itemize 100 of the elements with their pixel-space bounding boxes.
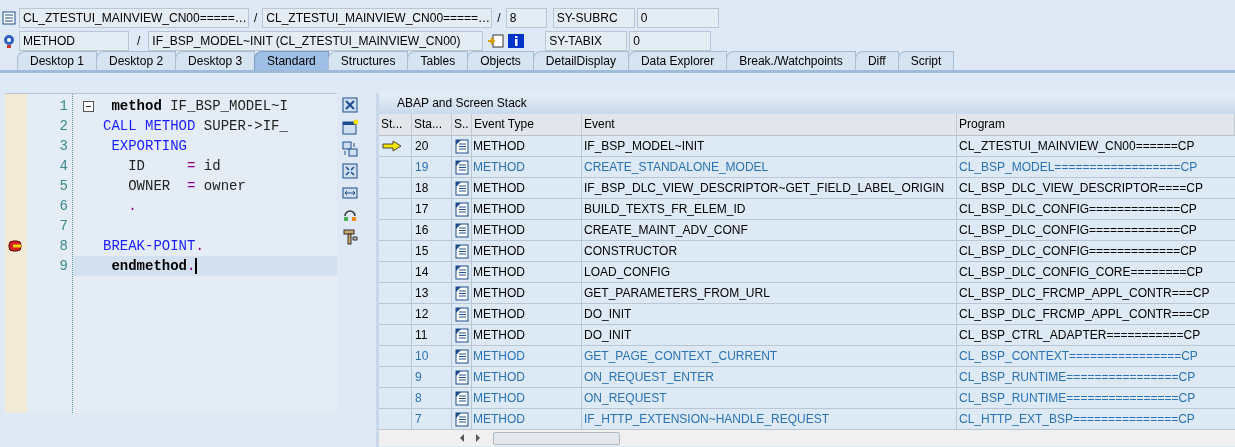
line-number: 9: [59, 256, 68, 276]
document-icon: [454, 138, 469, 154]
input-field[interactable]: METHOD: [19, 31, 129, 51]
table-cell: 7: [412, 409, 452, 429]
table-cell: METHOD: [472, 136, 582, 156]
table-cell: METHOD: [472, 325, 582, 345]
column-header[interactable]: S..: [452, 114, 472, 135]
table-cell: 20: [412, 136, 452, 156]
table-cell-text: CL_BSP_RUNTIME================CP: [958, 390, 1197, 407]
tab[interactable]: Script: [897, 51, 955, 70]
tab[interactable]: Objects: [467, 51, 534, 70]
table-cell: METHOD: [472, 388, 582, 408]
field-label[interactable]: SY-TABIX: [545, 31, 628, 51]
table-cell: BUILD_TEXTS_FR_ELEM_ID: [582, 199, 957, 219]
document-icon: [454, 243, 469, 259]
separator: /: [496, 10, 502, 27]
code-line: EXPORTING: [110, 136, 187, 156]
table-cell: 15: [412, 241, 452, 261]
separator: /: [253, 10, 259, 27]
line-number: 4: [59, 156, 68, 176]
table-cell: IF_BSP_DLC_VIEW_DESCRIPTOR~GET_FIELD_LABEL_ORIGIN: [582, 178, 957, 198]
table-cell: 17: [412, 199, 452, 219]
code-line: OWNER = owner: [127, 176, 246, 196]
tab[interactable]: Standard: [254, 51, 329, 70]
line-number: 5: [59, 176, 68, 196]
table-cell: METHOD: [472, 157, 582, 177]
column-header[interactable]: Sta...: [412, 114, 452, 135]
table-cell-text: CL_BSP_DLC_CONFIG=============CP: [958, 222, 1198, 239]
table-cell-text: CL_BSP_MODEL==================CP: [958, 159, 1199, 176]
document-icon: [454, 285, 469, 301]
hammer-icon[interactable]: [342, 229, 358, 245]
table-cell-text: CL_BSP_DLC_VIEW_DESCRIPTOR====CP: [958, 180, 1204, 197]
table-cell: 19: [412, 157, 452, 177]
table-cell: METHOD: [472, 199, 582, 219]
tab[interactable]: Desktop 3: [175, 51, 256, 70]
table-cell-text: CL_BSP_CONTEXT================CP: [958, 348, 1199, 365]
table-cell: METHOD: [472, 346, 582, 366]
scrollbar-thumb[interactable]: [493, 431, 620, 445]
input-field[interactable]: CL_ZTESTUI_MAINVIEW_CN00=====…: [262, 8, 493, 28]
table-cell-text: CL_BSP_DLC_CONFIG=============CP: [958, 201, 1198, 218]
tab[interactable]: Data Explorer: [627, 51, 728, 70]
table-cell-text: CL_BSP_CTRL_ADAPTER===========CP: [958, 327, 1202, 344]
table-cell: 8: [412, 388, 452, 408]
table-cell-text: CL_ZTESTUI_MAINVIEW_CN00======CP: [958, 138, 1196, 155]
input-field[interactable]: IF_BSP_MODEL~INIT (CL_ZTESTUI_MAINVIEW_CN00): [148, 31, 484, 51]
table-cell: METHOD: [472, 241, 582, 261]
table-cell: CREATE_MAINT_ADV_CONF: [582, 220, 957, 240]
tab[interactable]: Structures: [327, 51, 409, 70]
tab[interactable]: Tables: [407, 51, 469, 70]
tab[interactable]: Desktop 2: [96, 51, 177, 70]
tab[interactable]: DetailDisplay: [532, 51, 629, 70]
field-label[interactable]: SY-SUBRC: [552, 8, 635, 28]
table-cell-text: CL_BSP_RUNTIME================CP: [958, 369, 1197, 386]
table-cell: METHOD: [472, 262, 582, 282]
column-header[interactable]: Program: [957, 114, 1235, 135]
collapse-icon[interactable]: [82, 100, 94, 112]
column-header[interactable]: St...: [379, 114, 412, 135]
code-line: CALL METHOD SUPER->IF_: [103, 116, 288, 136]
close-icon[interactable]: [342, 97, 358, 113]
tab[interactable]: Desktop 1: [17, 51, 98, 70]
table-cell: METHOD: [472, 304, 582, 324]
separator: /: [136, 33, 142, 50]
column-header[interactable]: Event Type: [472, 114, 582, 135]
table-cell-text: CL_BSP_DLC_CONFIG_CORE========CP: [958, 264, 1205, 281]
new-window-icon[interactable]: [342, 119, 358, 135]
table-cell: LOAD_CONFIG: [582, 262, 957, 282]
table-cell: METHOD: [472, 283, 582, 303]
tab[interactable]: Break./Watchpoints: [726, 51, 856, 70]
table-cell: GET_PARAMETERS_FROM_URL: [582, 283, 957, 303]
line-number: 7: [59, 216, 68, 236]
table-cell: METHOD: [472, 409, 582, 429]
line-number: 2: [59, 116, 68, 136]
code-line: .: [127, 196, 137, 216]
table-cell: DO_INIT: [582, 325, 957, 345]
table-cell: METHOD: [472, 178, 582, 198]
table-cell: 13: [412, 283, 452, 303]
swap-icon[interactable]: [342, 141, 358, 157]
table-cell-text: CL_BSP_DLC_FRCMP_APPL_CONTR===CP: [958, 285, 1211, 302]
input-field[interactable]: 0: [629, 31, 712, 51]
table-cell: 18: [412, 178, 452, 198]
line-number: 3: [59, 136, 68, 156]
document-icon: [454, 201, 469, 217]
input-field[interactable]: 0: [636, 8, 719, 28]
document-icon: [454, 159, 469, 175]
column-header[interactable]: Event: [582, 114, 957, 135]
table-cell-text: CL_BSP_DLC_CONFIG=============CP: [958, 243, 1198, 260]
table-cell: METHOD: [472, 220, 582, 240]
table-cell: 10: [412, 346, 452, 366]
table-cell: 16: [412, 220, 452, 240]
table-cell: METHOD: [472, 367, 582, 387]
panel-title: ABAP and Screen Stack: [379, 93, 1235, 114]
input-field[interactable]: 8: [505, 8, 547, 28]
tab[interactable]: Diff: [854, 51, 899, 70]
document-icon: [454, 411, 469, 427]
info-icon[interactable]: [507, 33, 526, 49]
document-icon: [454, 180, 469, 196]
headset-icon[interactable]: [342, 207, 358, 223]
fullscreen-icon[interactable]: [342, 163, 358, 179]
input-field[interactable]: CL_ZTESTUI_MAINVIEW_CN00=====…: [19, 8, 249, 28]
width-icon[interactable]: [342, 185, 358, 201]
